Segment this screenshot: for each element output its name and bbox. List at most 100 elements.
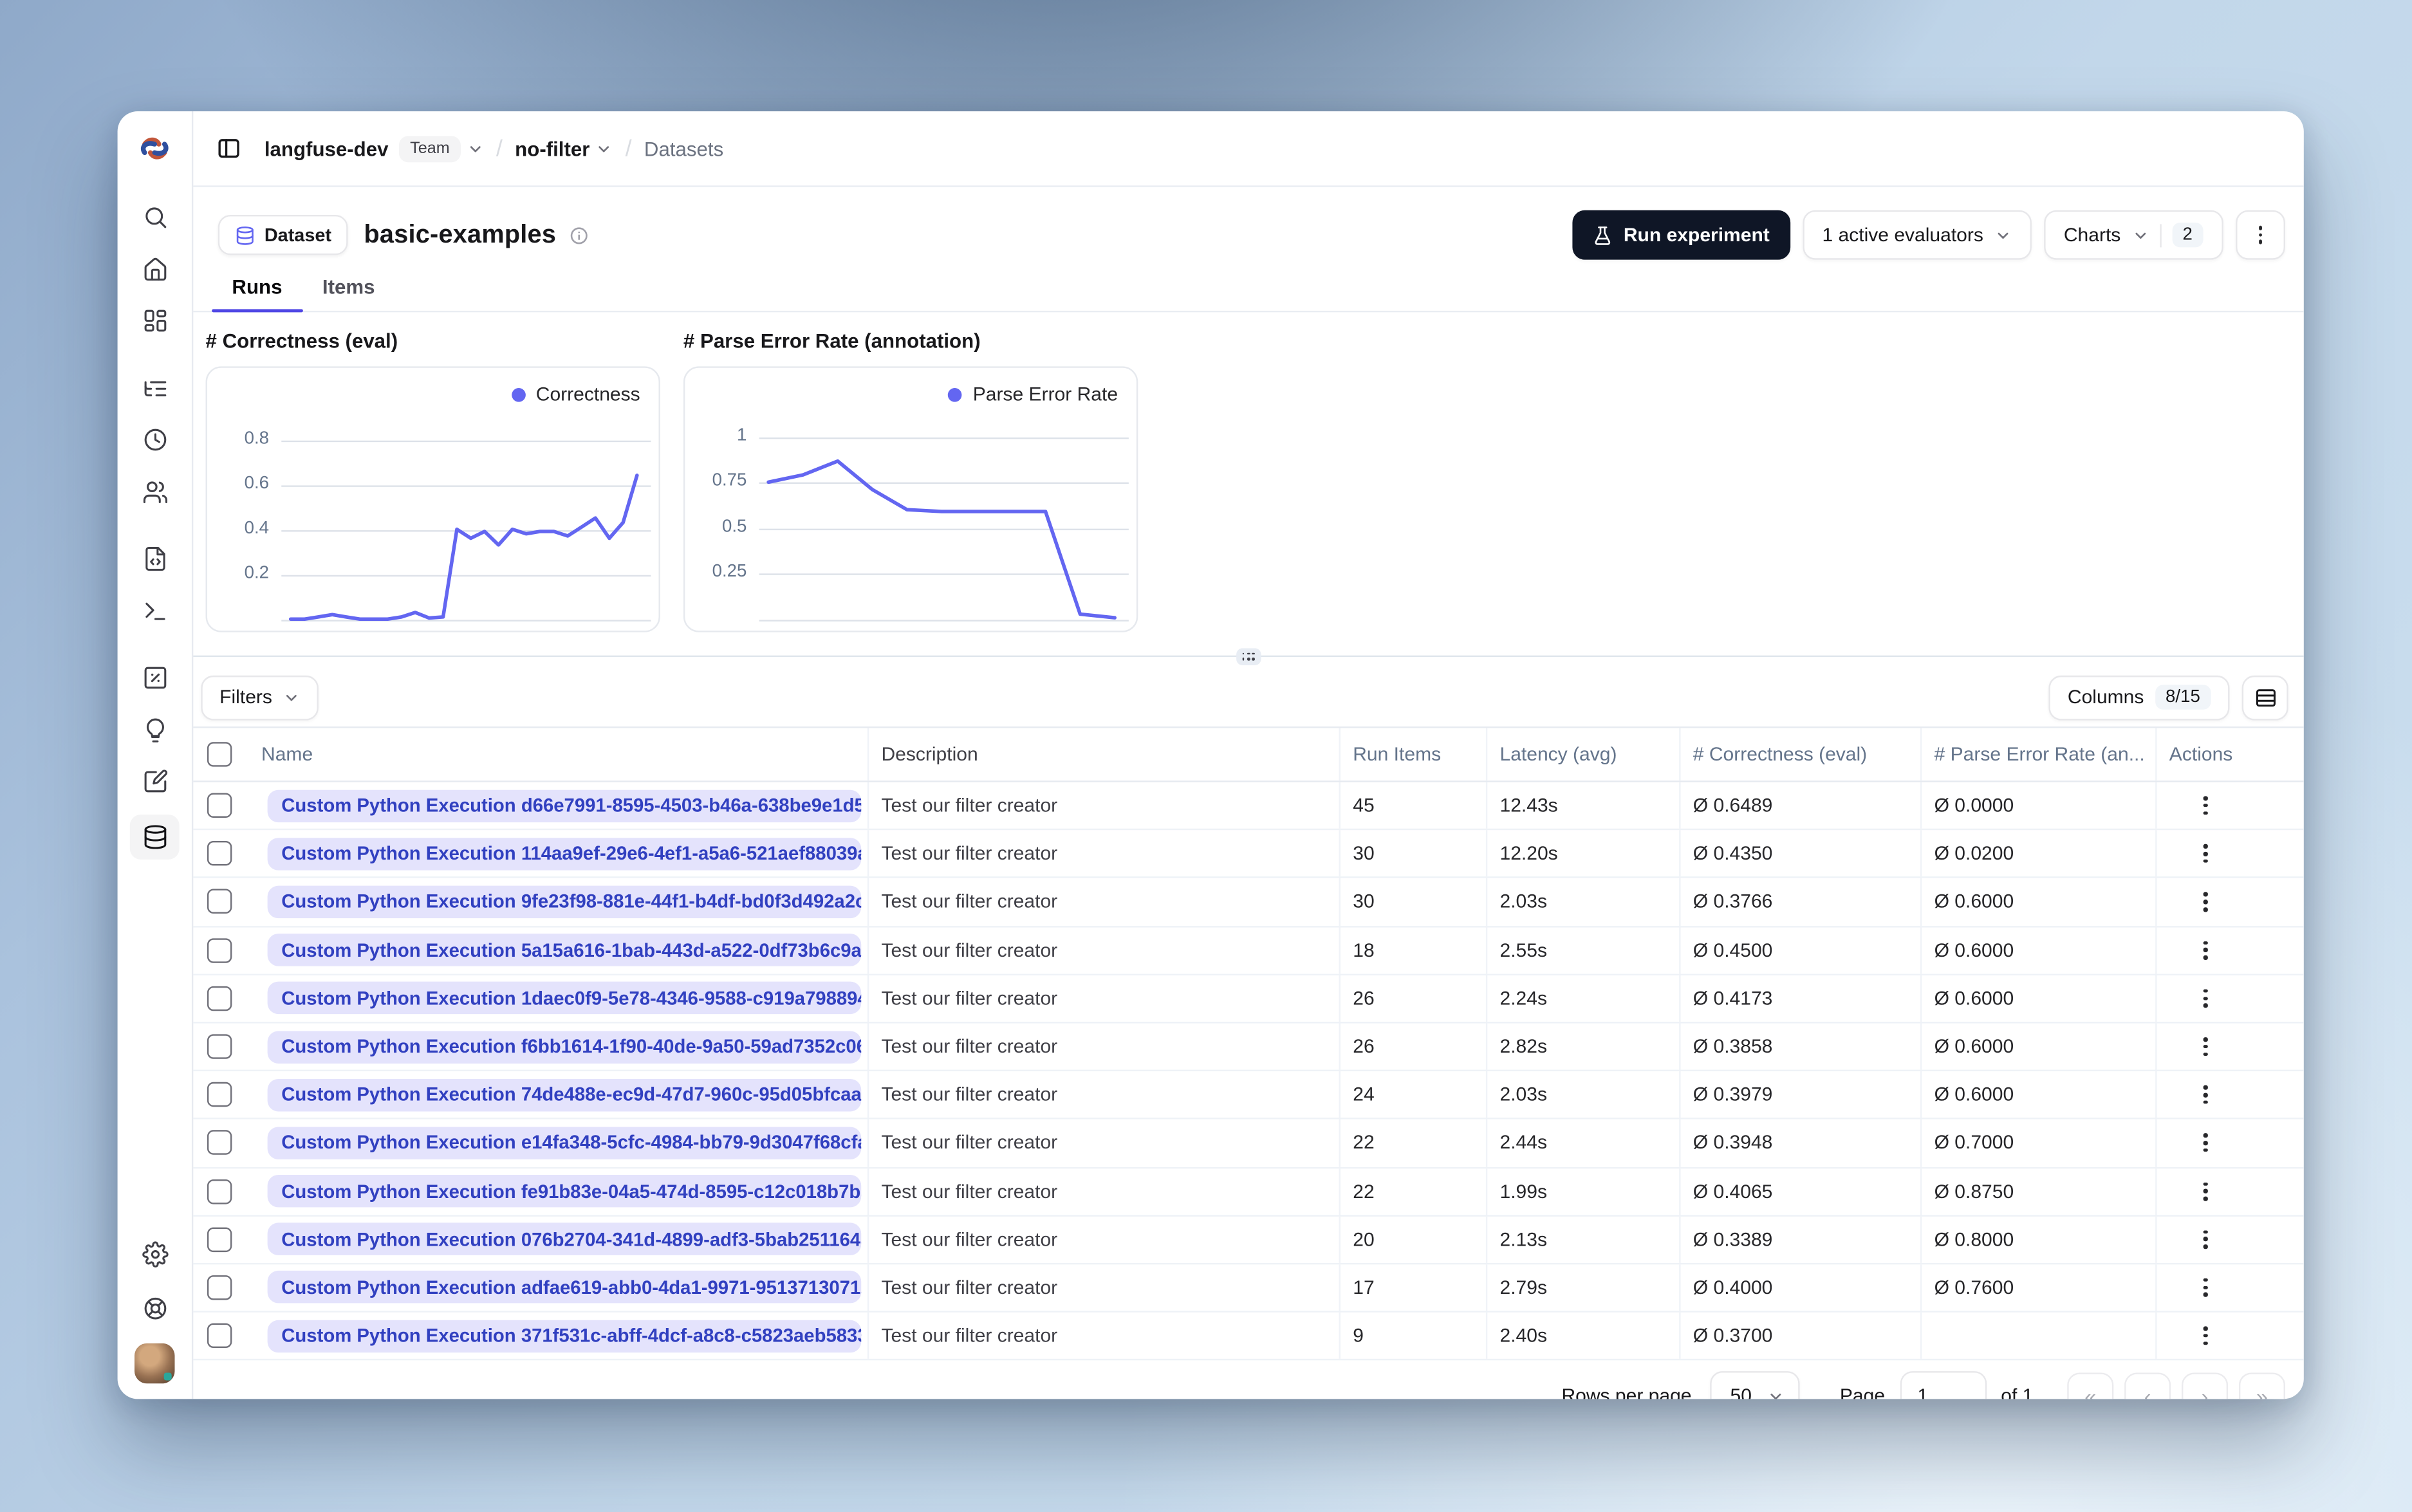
sidebar-item-insights[interactable] — [130, 710, 180, 749]
chevron-down-icon[interactable] — [596, 140, 613, 156]
chevron-down-icon[interactable] — [467, 140, 483, 156]
row-checkbox-cell — [193, 879, 248, 926]
run-experiment-button[interactable]: Run experiment — [1572, 210, 1790, 260]
sidebar-item-annotation[interactable] — [130, 762, 180, 800]
sidebar-item-dashboards[interactable] — [130, 302, 180, 340]
row-actions-button[interactable] — [2197, 935, 2213, 966]
run-name-link[interactable]: Custom Python Execution 076b2704-341d-48… — [267, 1223, 862, 1256]
table-row: Custom Python Execution d66e7991-8595-45… — [193, 782, 2304, 831]
run-name-link[interactable]: Custom Python Execution 371f531c-abff-4d… — [267, 1319, 862, 1352]
last-page-button[interactable]: » — [2238, 1373, 2285, 1399]
row-checkbox[interactable] — [207, 889, 232, 915]
sidebar-item-home[interactable] — [130, 250, 180, 288]
run-name-link[interactable]: Custom Python Execution 9fe23f98-881e-44… — [267, 885, 862, 919]
parse-error-rate-cell: Ø 0.6000 — [1922, 927, 2157, 974]
main-area: langfuse-dev Team / no-filter / Datasets… — [193, 111, 2304, 1399]
row-checkbox[interactable] — [207, 1179, 232, 1204]
run-description-cell: Test our filter creator — [869, 1120, 1341, 1166]
next-page-button[interactable]: › — [2182, 1373, 2229, 1399]
row-checkbox[interactable] — [207, 1275, 232, 1300]
row-actions-button[interactable] — [2197, 1320, 2213, 1351]
sidebar-item-users[interactable] — [130, 472, 180, 511]
breadcrumb-separator: / — [625, 135, 632, 162]
breadcrumb-project[interactable]: no-filter — [515, 137, 589, 160]
sidebar-toggle-button[interactable] — [207, 127, 250, 170]
page-menu-button[interactable] — [2236, 210, 2285, 260]
row-checkbox[interactable] — [207, 1227, 232, 1252]
correctness-cell: Ø 0.4065 — [1681, 1168, 1922, 1215]
run-name-cell: Custom Python Execution 114aa9ef-29e6-4e… — [249, 830, 869, 878]
sidebar-item-tracing[interactable] — [130, 369, 180, 407]
row-actions-button[interactable] — [2197, 887, 2213, 917]
run-name-link[interactable]: Custom Python Execution e14fa348-5cfc-49… — [267, 1127, 862, 1159]
run-name-cell: Custom Python Execution 74de488e-ec9d-47… — [249, 1071, 869, 1118]
user-avatar[interactable] — [135, 1343, 175, 1384]
filters-button[interactable]: Filters — [201, 674, 319, 720]
sidebar-item-playground[interactable] — [130, 591, 180, 630]
row-checkbox[interactable] — [207, 1323, 232, 1349]
sidebar-item-support[interactable] — [130, 1289, 180, 1328]
row-actions-button[interactable] — [2197, 1272, 2213, 1303]
column-header: Name — [249, 728, 869, 781]
row-actions-button[interactable] — [2197, 838, 2213, 869]
row-height-button[interactable] — [2241, 674, 2288, 720]
tab-runs[interactable]: Runs — [212, 270, 302, 313]
chart-title: # Parse Error Rate (annotation) — [683, 329, 981, 353]
row-actions-button[interactable] — [2197, 1031, 2213, 1062]
row-checkbox[interactable] — [207, 1034, 232, 1059]
correctness-cell: Ø 0.4000 — [1681, 1264, 1922, 1311]
tab-items[interactable]: Items — [302, 270, 395, 310]
row-actions-button[interactable] — [2197, 1224, 2213, 1255]
sidebar-item-sessions[interactable] — [130, 420, 180, 459]
page-title: basic-examples — [364, 220, 557, 248]
run-name-link[interactable]: Custom Python Execution adfae619-abb0-4d… — [267, 1271, 862, 1304]
first-page-button[interactable]: « — [2067, 1373, 2114, 1399]
run-name-link[interactable]: Custom Python Execution 74de488e-ec9d-47… — [267, 1078, 862, 1111]
info-icon[interactable] — [568, 225, 588, 245]
chevron-down-icon — [1998, 232, 2008, 238]
page-number-input[interactable]: 1 — [1900, 1371, 1987, 1399]
row-actions-button[interactable] — [2197, 1175, 2213, 1206]
run-name-link[interactable]: Custom Python Execution 114aa9ef-29e6-4e… — [267, 837, 862, 871]
run-description-cell: Test our filter creator — [869, 1023, 1341, 1070]
correctness-cell: Ø 0.4350 — [1681, 830, 1922, 878]
row-checkbox[interactable] — [207, 937, 232, 963]
row-checkbox[interactable] — [207, 1082, 232, 1107]
row-checkbox[interactable] — [207, 841, 232, 867]
row-checkbox[interactable] — [207, 793, 232, 818]
correctness-cell: Ø 0.4500 — [1681, 927, 1922, 974]
run-name-link[interactable]: Custom Python Execution 5a15a616-1bab-44… — [267, 934, 862, 966]
sidebar-item-prompts[interactable] — [130, 539, 180, 578]
sidebar-item-search[interactable] — [130, 198, 180, 237]
chart-title: # Correctness (eval) — [205, 329, 398, 353]
select-all-checkbox[interactable] — [207, 742, 232, 767]
row-actions-button[interactable] — [2197, 790, 2213, 821]
sidebar-item-settings[interactable] — [130, 1235, 180, 1274]
users-icon — [142, 481, 167, 502]
row-actions-button[interactable] — [2197, 1079, 2213, 1110]
breadcrumb-org[interactable]: langfuse-dev — [264, 137, 389, 160]
row-checkbox[interactable] — [207, 986, 232, 1011]
breadcrumb-section[interactable]: Datasets — [644, 137, 723, 160]
row-checkbox[interactable] — [207, 1130, 232, 1156]
rows-per-page-select[interactable]: 50 — [1710, 1371, 1800, 1399]
columns-button[interactable]: Columns 8/15 — [2049, 674, 2230, 720]
run-name-link[interactable]: Custom Python Execution fe91b83e-04a5-47… — [267, 1175, 862, 1208]
active-evaluators-button[interactable]: 1 active evaluators — [1802, 210, 2032, 260]
y-axis-tick-label: 0.4 — [244, 519, 270, 538]
run-name-cell: Custom Python Execution 1daec0f9-5e78-43… — [249, 975, 869, 1022]
run-name-link[interactable]: Custom Python Execution d66e7991-8595-45… — [267, 789, 862, 822]
run-name-link[interactable]: Custom Python Execution f6bb1614-1f90-40… — [267, 1030, 862, 1063]
resize-grip-handle[interactable] — [1235, 647, 1262, 665]
chevron-down-icon — [286, 694, 297, 701]
row-actions-button[interactable] — [2197, 982, 2213, 1013]
sidebar-item-datasets[interactable] — [129, 813, 180, 859]
chart-legend: Correctness — [511, 383, 640, 405]
table-toolbar: Filters Columns 8/15 — [193, 668, 2303, 726]
charts-toggle-button[interactable]: Charts 2 — [2043, 210, 2223, 260]
parse-error-rate-cell: Ø 0.6000 — [1922, 878, 2157, 926]
previous-page-button[interactable]: ‹ — [2124, 1373, 2171, 1399]
sidebar-item-evaluation[interactable] — [130, 658, 180, 697]
run-name-link[interactable]: Custom Python Execution 1daec0f9-5e78-43… — [267, 982, 862, 1015]
row-actions-button[interactable] — [2197, 1127, 2213, 1158]
